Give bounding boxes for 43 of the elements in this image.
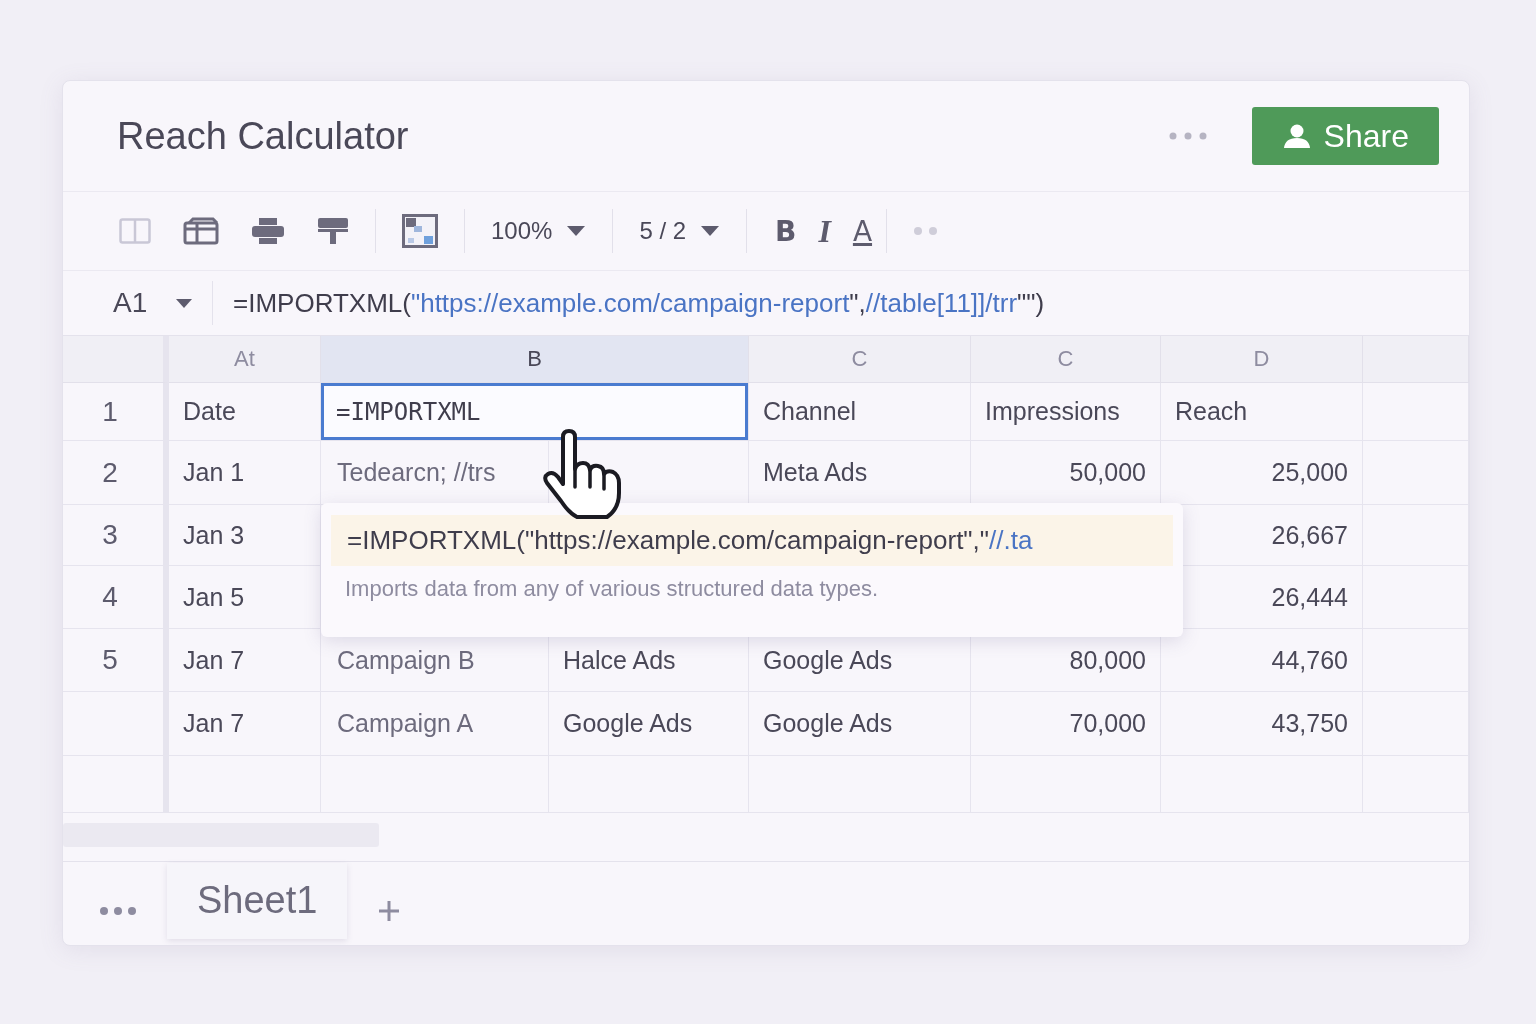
table-cell: Jan 1 — [169, 441, 321, 505]
row-number[interactable]: 1 — [63, 383, 169, 441]
table-cell: Campaign A — [321, 692, 549, 756]
more-icon[interactable] — [99, 905, 137, 916]
split-view-icon[interactable] — [119, 218, 151, 244]
add-sheet-icon[interactable] — [377, 898, 402, 923]
more-icon[interactable] — [1167, 131, 1208, 141]
table-cell: Google Ads — [549, 692, 749, 756]
row-number[interactable]: 2 — [63, 441, 169, 505]
formula-text[interactable]: =IMPORTXML("https://example.com/campaign-report",//table[11]]/trr"") — [213, 287, 1045, 319]
printer-icon[interactable] — [251, 217, 285, 245]
caret-icon — [175, 297, 194, 309]
row-number[interactable]: 4 — [63, 566, 169, 629]
table-cell: Google Ads — [749, 692, 971, 756]
cell-reference-dropdown[interactable]: A1 — [63, 281, 213, 325]
sheet-tab[interactable]: Sheet1 — [167, 862, 348, 939]
more-icon[interactable] — [913, 226, 940, 236]
table-cell: Reach — [1161, 383, 1363, 441]
zoom-dropdown[interactable]: 100% — [491, 217, 587, 245]
column-header[interactable]: B — [321, 336, 749, 383]
caret-icon — [566, 225, 587, 237]
table-cell: Jan 7 — [169, 692, 321, 756]
caret-icon — [700, 225, 721, 237]
row-number[interactable]: 5 — [63, 629, 169, 692]
table-cell: Impressions — [971, 383, 1161, 441]
table-icon[interactable] — [183, 217, 219, 245]
formula-suggestion[interactable]: =IMPORTXML("https://example.com/campaign-report","//.ta — [331, 515, 1173, 566]
row-number[interactable]: 3 — [63, 505, 169, 566]
window-title: Reach Calculator — [117, 114, 409, 158]
table-cell: Channel — [749, 383, 971, 441]
table-cell: Jan 7 — [169, 629, 321, 692]
table-cell: 70,000 — [971, 692, 1161, 756]
text-color-button[interactable]: A — [850, 214, 875, 248]
function-description: Imports data from any of various structured data types. — [344, 575, 880, 602]
person-icon — [1281, 122, 1312, 150]
cell-editor[interactable]: =IMPORTXML — [321, 383, 749, 441]
table-cell: 43,750 — [1161, 692, 1363, 756]
italic-button[interactable]: I — [816, 212, 833, 250]
bold-button[interactable]: B — [773, 214, 799, 248]
font-size-dropdown[interactable]: 5 / 2 — [639, 217, 721, 245]
image-icon[interactable] — [402, 214, 438, 248]
paint-roller-icon[interactable] — [317, 217, 349, 245]
share-button[interactable]: Share — [1251, 107, 1439, 165]
